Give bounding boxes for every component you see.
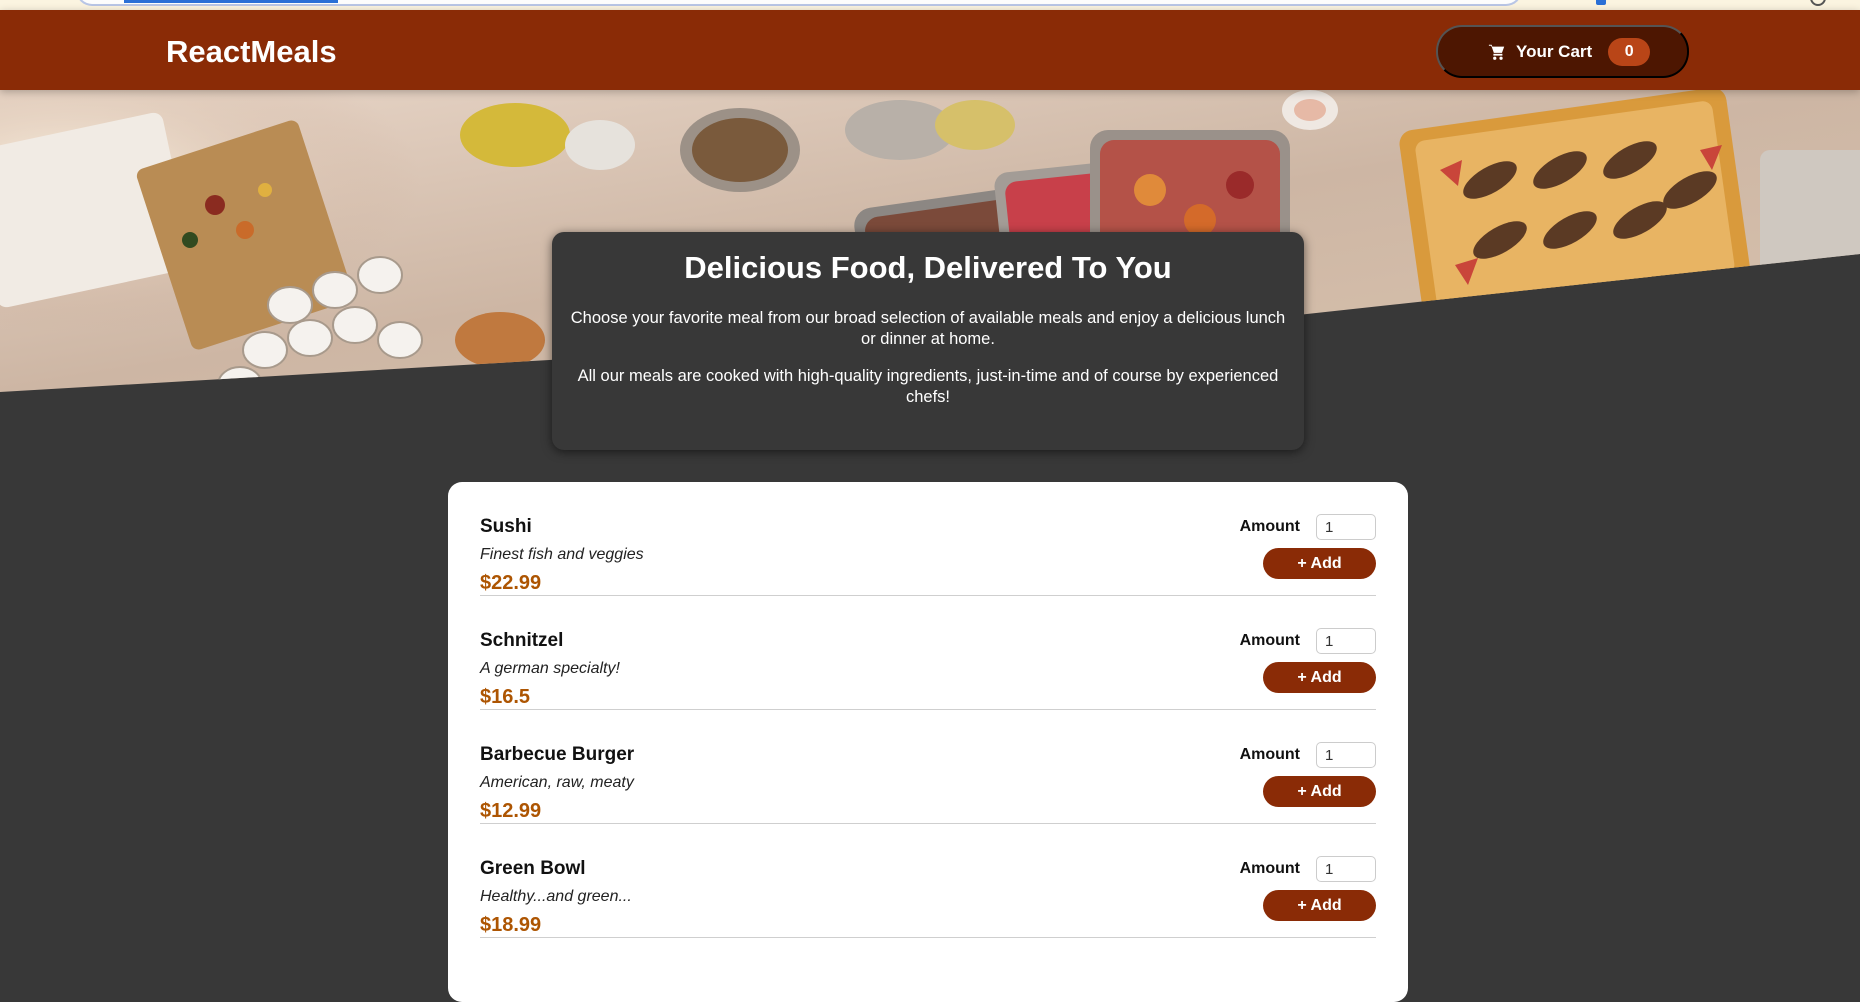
- amount-input[interactable]: [1316, 856, 1376, 882]
- summary-paragraph: All our meals are cooked with high-quali…: [577, 367, 1279, 406]
- add-button[interactable]: + Add: [1263, 890, 1376, 921]
- add-button[interactable]: + Add: [1263, 548, 1376, 579]
- meal-item: Schnitzel A german specialty! $16.5 Amou…: [480, 596, 1376, 710]
- amount-input[interactable]: [1316, 742, 1376, 768]
- cart-count-badge: 0: [1608, 37, 1651, 66]
- add-button[interactable]: + Add: [1263, 662, 1376, 693]
- profile-icon[interactable]: [1810, 0, 1826, 6]
- meal-form: Amount + Add: [1236, 628, 1376, 693]
- summary-paragraph: Choose your favorite meal from our broad…: [570, 309, 1286, 348]
- available-meals-card: Sushi Finest fish and veggies $22.99 Amo…: [448, 482, 1408, 1002]
- amount-label: Amount: [1239, 746, 1300, 763]
- meals-summary: Delicious Food, Delivered To You Choose …: [552, 232, 1304, 450]
- app-header: ReactMeals Your Cart 0: [0, 10, 1860, 90]
- app-logo: ReactMeals: [166, 34, 337, 69]
- extension-icon[interactable]: [1596, 0, 1606, 5]
- meal-form: Amount + Add: [1236, 856, 1376, 921]
- cart-label: Your Cart: [1516, 41, 1593, 61]
- cart-button[interactable]: Your Cart 0: [1436, 25, 1689, 78]
- url-selection-highlight: [124, 0, 338, 3]
- browser-chrome-edge: [0, 0, 1860, 10]
- amount-input[interactable]: [1316, 628, 1376, 654]
- meal-item: Green Bowl Healthy...and green... $18.99…: [480, 824, 1376, 938]
- cart-icon: [1488, 44, 1505, 60]
- amount-label: Amount: [1239, 518, 1300, 535]
- meal-item: Sushi Finest fish and veggies $22.99 Amo…: [480, 482, 1376, 596]
- meal-item: Barbecue Burger American, raw, meaty $12…: [480, 710, 1376, 824]
- amount-label: Amount: [1239, 860, 1300, 877]
- summary-title: Delicious Food, Delivered To You: [684, 250, 1172, 285]
- meal-form: Amount + Add: [1236, 742, 1376, 807]
- amount-label: Amount: [1239, 632, 1300, 649]
- meal-form: Amount + Add: [1236, 514, 1376, 579]
- amount-input[interactable]: [1316, 514, 1376, 540]
- add-button[interactable]: + Add: [1263, 776, 1376, 807]
